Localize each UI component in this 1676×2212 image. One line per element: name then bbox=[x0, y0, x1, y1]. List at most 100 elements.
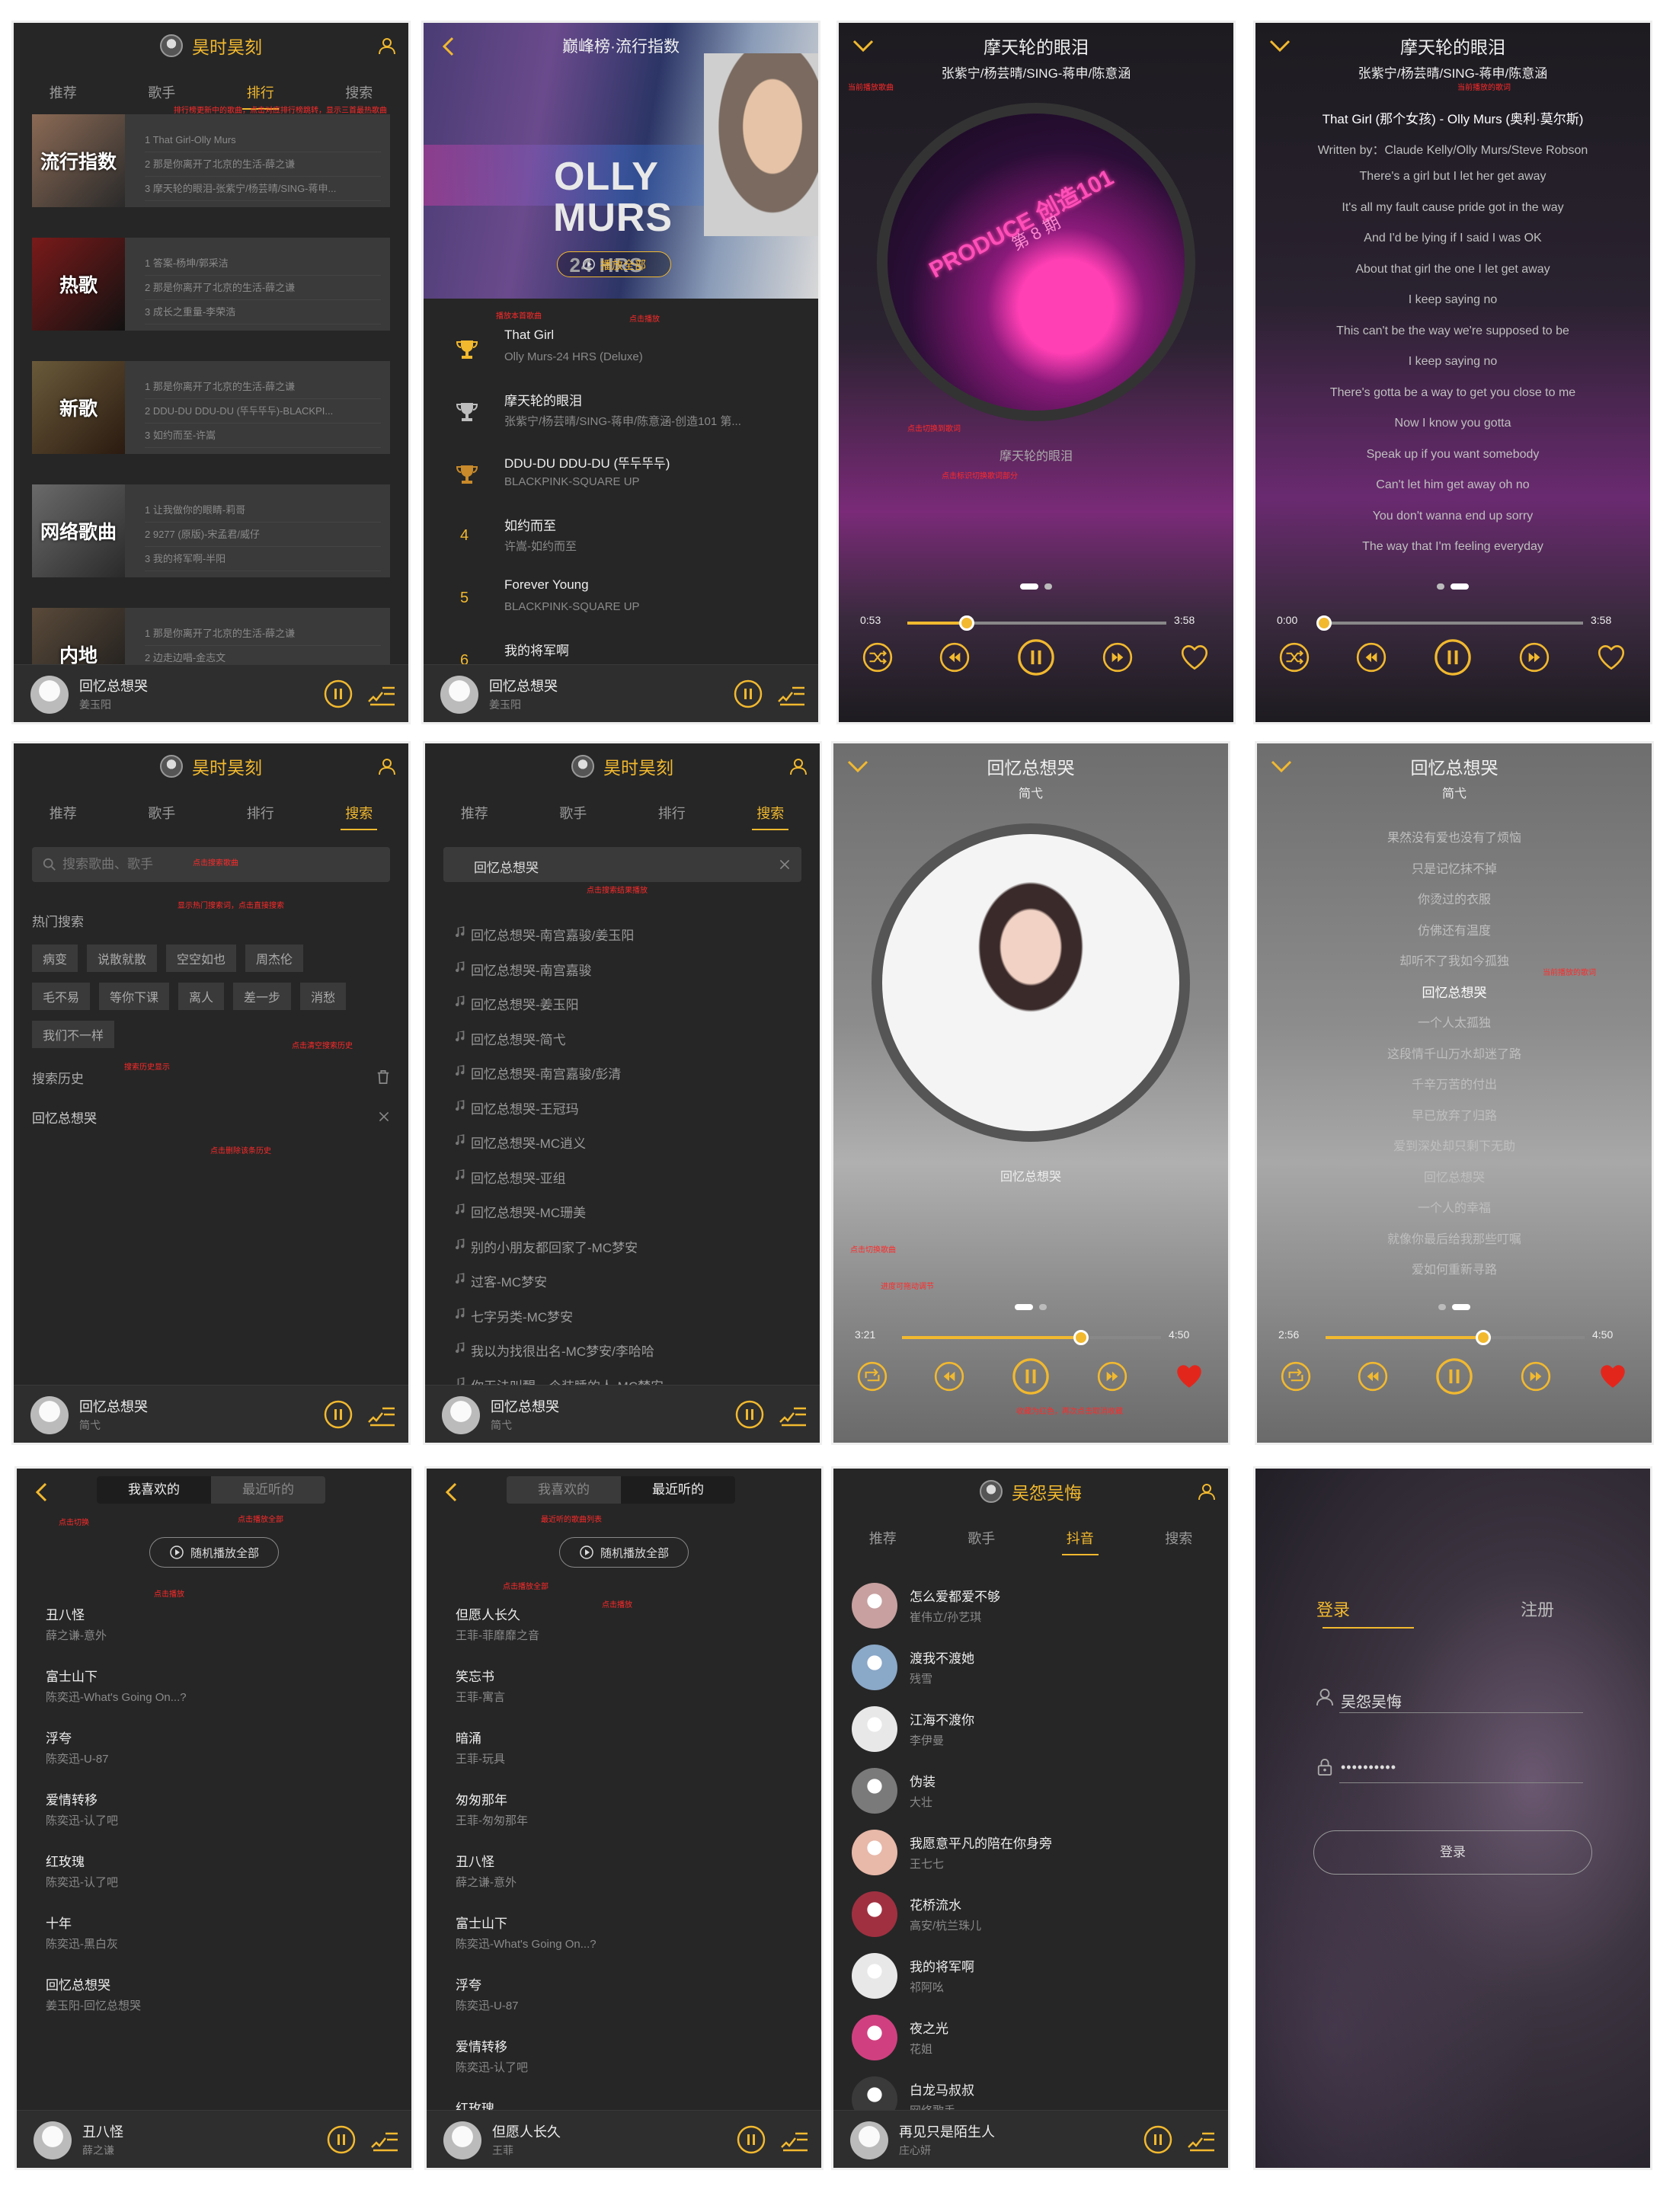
search-result-item[interactable]: 回忆总想哭-南宫嘉骏 bbox=[471, 960, 592, 979]
song-title[interactable]: 花桥流水 bbox=[910, 1894, 961, 1913]
next-icon[interactable] bbox=[1518, 641, 1550, 673]
pause-icon[interactable] bbox=[323, 1399, 353, 1430]
song-title[interactable]: 红玫瑰 bbox=[46, 1851, 85, 1870]
mini-player-cover[interactable] bbox=[440, 676, 478, 714]
tab-recommend[interactable]: 推荐 bbox=[865, 1522, 901, 1555]
user-icon[interactable] bbox=[378, 37, 396, 55]
song-title[interactable]: 回忆总想哭 bbox=[46, 1974, 110, 1993]
next-icon[interactable] bbox=[1520, 1360, 1552, 1392]
rank-card[interactable]: 网络歌曲 1 让我做你的眼睛-莉哥 2 9277 (原版)-宋孟君/威仔 3 我的将军… bbox=[32, 484, 390, 577]
playlist-icon[interactable] bbox=[366, 1401, 396, 1428]
tab-rank[interactable]: 排行 bbox=[241, 76, 279, 110]
next-icon[interactable] bbox=[1096, 1360, 1128, 1392]
song-title[interactable]: 笑忘书 bbox=[456, 1666, 494, 1685]
rank-card[interactable]: 热歌 1 答案-杨坤/郭采洁 2 那是你离开了北京的生活-薛之谦 3 成长之重量-李荣… bbox=[32, 238, 390, 331]
page-indicator[interactable] bbox=[839, 583, 1233, 590]
avatar[interactable] bbox=[160, 755, 183, 778]
progress-knob[interactable] bbox=[1316, 615, 1332, 631]
song-cover[interactable] bbox=[852, 1830, 897, 1875]
prev-icon[interactable] bbox=[939, 641, 971, 673]
user-icon[interactable] bbox=[378, 757, 396, 775]
user-icon[interactable] bbox=[789, 757, 808, 775]
tab-recommend[interactable]: 推荐 bbox=[456, 797, 493, 830]
tab-rank[interactable]: 排行 bbox=[242, 797, 279, 830]
history-item[interactable]: 回忆总想哭 bbox=[32, 1108, 97, 1127]
song-title[interactable]: 摩天轮的眼泪 bbox=[504, 390, 582, 409]
search-result-item[interactable]: 过客-MC梦安 bbox=[471, 1271, 547, 1290]
prev-icon[interactable] bbox=[933, 1360, 965, 1392]
song-title[interactable]: 爱情转移 bbox=[46, 1789, 98, 1808]
progress-knob[interactable] bbox=[959, 615, 975, 631]
loop-icon[interactable] bbox=[856, 1360, 888, 1392]
hot-search-tag[interactable]: 离人 bbox=[178, 983, 225, 1010]
page-indicator[interactable] bbox=[1257, 1304, 1652, 1310]
song-title[interactable]: 暗涌 bbox=[456, 1728, 481, 1747]
shuffle-icon[interactable] bbox=[1278, 641, 1310, 673]
song-title[interactable]: Forever Young bbox=[504, 577, 589, 593]
current-lyric[interactable]: 回忆总想哭 bbox=[833, 1166, 1228, 1184]
heart-filled-icon[interactable] bbox=[1173, 1360, 1205, 1392]
shuffle-all-button[interactable]: 随机播放全部 bbox=[149, 1537, 279, 1568]
song-title[interactable]: 匆匆那年 bbox=[456, 1789, 507, 1808]
username-field[interactable]: 吴怨吴悔 bbox=[1341, 1689, 1402, 1712]
pause-icon[interactable] bbox=[1435, 1357, 1474, 1396]
song-title[interactable]: 丑八怪 bbox=[46, 1604, 85, 1623]
song-title[interactable]: 我的将军啊 bbox=[504, 640, 569, 659]
play-all-button[interactable]: 播放全部 bbox=[557, 251, 671, 277]
search-result-item[interactable]: 我以为找很出名-MC梦安/李哈哈 bbox=[471, 1341, 654, 1360]
progress-bar[interactable]: 3:21 4:50 bbox=[833, 1328, 1228, 1345]
tab-singer[interactable]: 歌手 bbox=[963, 1522, 1000, 1555]
song-cover[interactable] bbox=[852, 1891, 897, 1937]
mini-player[interactable]: 回忆总想哭 简弋 bbox=[14, 1385, 408, 1443]
song-cover[interactable] bbox=[852, 1953, 897, 1999]
trash-icon[interactable] bbox=[376, 1069, 390, 1085]
song-title[interactable]: 我愿意平凡的陪在你身旁 bbox=[910, 1833, 1052, 1852]
song-title[interactable]: 浮夸 bbox=[46, 1728, 72, 1747]
mini-player[interactable]: 回忆总想哭 姜玉阳 bbox=[14, 664, 408, 722]
page-indicator[interactable] bbox=[1255, 583, 1650, 590]
song-cover[interactable] bbox=[852, 1583, 897, 1629]
search-result-item[interactable]: 回忆总想哭-南宫嘉骏/姜玉阳 bbox=[471, 925, 634, 944]
avatar[interactable] bbox=[571, 755, 594, 778]
song-title[interactable]: 白龙马叔叔 bbox=[910, 2079, 974, 2099]
pause-icon[interactable] bbox=[734, 1399, 765, 1430]
hot-search-tag[interactable]: 空空如也 bbox=[166, 945, 237, 972]
hot-search-tag[interactable]: 我们不一样 bbox=[32, 1021, 115, 1048]
tab-recommend[interactable]: 推荐 bbox=[45, 76, 82, 110]
tab-recent[interactable]: 最近听的 bbox=[621, 1476, 735, 1504]
current-lyric[interactable]: 摩天轮的眼泪 bbox=[839, 446, 1233, 464]
pause-icon[interactable] bbox=[323, 679, 353, 709]
search-result-item[interactable]: 回忆总想哭-姜玉阳 bbox=[471, 994, 579, 1013]
search-result-item[interactable]: 回忆总想哭-南宫嘉骏/彭清 bbox=[471, 1063, 621, 1082]
song-cover[interactable] bbox=[852, 1645, 897, 1690]
hot-search-tag[interactable]: 差一步 bbox=[233, 983, 292, 1010]
hot-search-tag[interactable]: 消愁 bbox=[300, 983, 347, 1010]
song-title[interactable]: 爱情转移 bbox=[456, 2036, 507, 2055]
pause-icon[interactable] bbox=[326, 2124, 357, 2155]
shuffle-icon[interactable] bbox=[862, 641, 894, 673]
pause-icon[interactable] bbox=[733, 679, 763, 709]
search-result-item[interactable]: 回忆总想哭-MC珊美 bbox=[471, 1202, 586, 1221]
close-icon[interactable] bbox=[378, 1111, 390, 1123]
song-title[interactable]: 如约而至 bbox=[504, 515, 556, 534]
tab-liked[interactable]: 我喜欢的 bbox=[97, 1476, 211, 1504]
song-cover[interactable] bbox=[852, 1768, 897, 1814]
song-title[interactable]: 江海不渡你 bbox=[910, 1709, 974, 1728]
mini-player[interactable]: 但愿人长久 王菲 bbox=[427, 2110, 821, 2168]
song-title[interactable]: 富士山下 bbox=[46, 1666, 98, 1685]
user-icon[interactable] bbox=[1198, 1482, 1216, 1501]
search-result-item[interactable]: 回忆总想哭-亚组 bbox=[471, 1168, 566, 1187]
song-title[interactable]: 十年 bbox=[46, 1913, 72, 1932]
song-title[interactable]: 伪装 bbox=[910, 1771, 936, 1790]
tab-register[interactable]: 注册 bbox=[1521, 1597, 1554, 1621]
progress-bar[interactable]: 2:56 4:50 bbox=[1257, 1328, 1652, 1345]
search-result-item[interactable]: 回忆总想哭-简弋 bbox=[471, 1029, 566, 1048]
song-title[interactable]: That Girl bbox=[504, 328, 554, 343]
tab-singer[interactable]: 歌手 bbox=[143, 76, 180, 110]
tab-search[interactable]: 搜索 bbox=[1160, 1522, 1197, 1555]
song-cover[interactable] bbox=[852, 1706, 897, 1752]
mini-player-cover[interactable] bbox=[442, 1396, 480, 1434]
hot-search-tag[interactable]: 说散就散 bbox=[87, 945, 158, 972]
tab-douyin[interactable]: 抖音 bbox=[1061, 1522, 1099, 1555]
login-button[interactable]: 登录 bbox=[1313, 1830, 1592, 1875]
